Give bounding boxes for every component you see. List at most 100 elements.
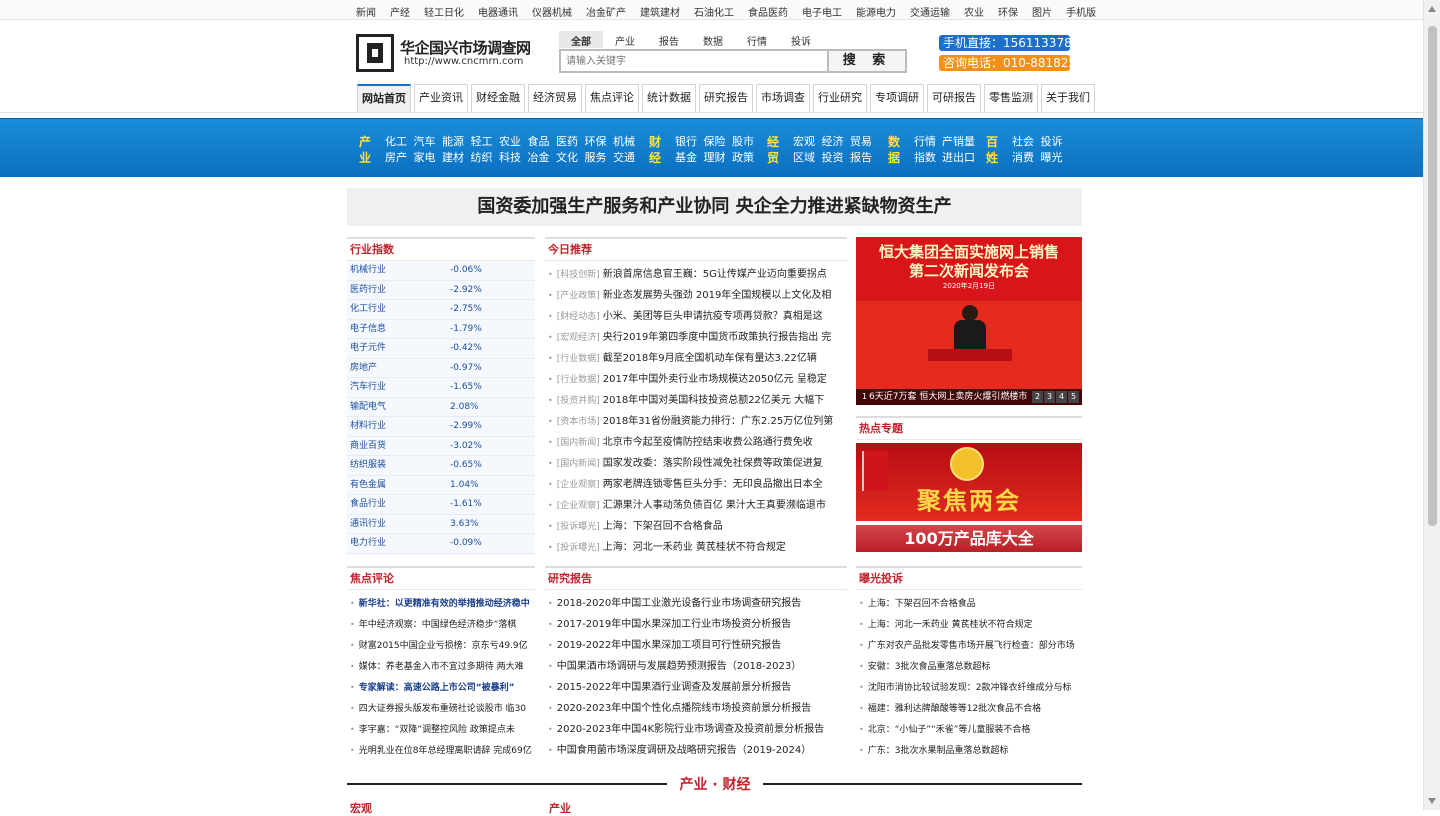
index-row[interactable]: 电子信息 -1.79% [347,320,535,339]
top-nav-item[interactable]: 新闻 [356,4,376,19]
category-link[interactable]: 房产 [384,150,408,166]
category-link[interactable]: 银行 [674,134,698,150]
top-nav-item[interactable]: 食品医药 [748,4,788,19]
top-nav-item[interactable]: 交通运输 [910,4,950,19]
scroll-up-arrow-icon[interactable] [1428,6,1436,12]
top-nav-item[interactable]: 仪器机械 [532,4,572,19]
category-link[interactable]: 冶金 [527,150,551,166]
category-link[interactable]: 服务 [584,150,608,166]
category-link[interactable]: 贸易 [849,134,873,150]
category-link[interactable]: 能源 [441,134,465,150]
list-item[interactable]: • 上海：下架召回不合格食品 [856,593,1082,614]
news-item[interactable]: • [企业观察] 汇源果汁人事动荡负债百亿 果汁大王真要濒临退市 [545,495,847,516]
index-row[interactable]: 医药行业 -2.92% [347,281,535,300]
scroll-down-arrow-icon[interactable] [1428,798,1436,804]
list-item[interactable]: • 年中经济观察：中国绿色经济稳步“落棋 [347,614,535,635]
top-nav-item[interactable]: 电子电工 [802,4,842,19]
list-item[interactable]: • 新华社：以更精准有效的举措推动经济稳中 [347,593,535,614]
list-item[interactable]: • 光明乳业在位8年总经理离职请辞 完成69亿 [347,740,535,761]
product-library-banner[interactable]: 100万产品库大全 [856,525,1082,552]
news-item[interactable]: • [行业数据] 截至2018年9月底全国机动车保有量达3.22亿辆 [545,348,847,369]
search-tab[interactable]: 产业 [603,31,647,48]
list-item[interactable]: • 中国果酒市场调研与发展趋势预测报告（2018-2023） [545,656,847,677]
category-link[interactable]: 理财 [703,150,727,166]
top-nav-item[interactable]: 农业 [964,4,984,19]
list-item[interactable]: • 安徽：3批次食品重落总数超标 [856,656,1082,677]
category-link[interactable]: 文化 [555,150,579,166]
list-item[interactable]: • 李宇嘉：“双降”调整控风险 政策提点未 [347,719,535,740]
category-link[interactable]: 科技 [498,150,522,166]
index-row[interactable]: 汽车行业 -1.65% [347,378,535,398]
list-item[interactable]: • 沈阳市消协比较试验发现：2款冲锋衣纤维成分与标 [856,677,1082,698]
banner-page-button[interactable]: 3 [1044,391,1055,403]
top-nav-item[interactable]: 产经 [390,4,410,19]
category-link[interactable]: 报告 [849,150,873,166]
category-link[interactable]: 家电 [413,150,437,166]
top-nav-item[interactable]: 图片 [1032,4,1052,19]
category-link[interactable]: 交通 [612,150,636,166]
category-link[interactable]: 消费 [1011,150,1035,166]
news-item[interactable]: • [资本市场] 2018年31省份融资能力排行：广东2.25万亿位列第 [545,411,847,432]
category-link[interactable]: 农业 [498,134,522,150]
banner-page-button[interactable]: 2 [1032,391,1043,403]
category-link[interactable]: 投诉 [1040,134,1064,150]
banner-page-button[interactable]: 1 [859,391,870,403]
category-link[interactable]: 基金 [674,150,698,166]
category-link[interactable]: 产销量 [942,134,976,150]
category-link[interactable]: 区域 [792,150,816,166]
search-tab[interactable]: 全部 [559,31,603,48]
top-nav-item[interactable]: 能源电力 [856,4,896,19]
main-nav-item[interactable]: 市场调查 [756,84,810,112]
news-item[interactable]: • [行业数据] 2017年中国外卖行业市场规模达2050亿元 呈稳定 [545,369,847,390]
list-item[interactable]: • 媒体：养老基金入市不宜过多期待 两大难 [347,656,535,677]
category-link[interactable]: 进出口 [942,150,976,166]
news-item[interactable]: • [产业政策] 新业态发展势头强劲 2019年全国规模以上文化及相 [545,285,847,306]
search-tab[interactable]: 数据 [691,31,735,48]
search-tab[interactable]: 报告 [647,31,691,48]
category-link[interactable]: 食品 [527,134,551,150]
index-row[interactable]: 商业百货 -3.02% [347,437,535,456]
category-link[interactable]: 医药 [555,134,579,150]
list-item[interactable]: • 福建：雅利达牌酿酸等等12批次食品不合格 [856,698,1082,719]
category-link[interactable]: 纺织 [470,150,494,166]
hot-topic-image[interactable]: 聚焦两会 [856,443,1082,521]
search-tab[interactable]: 行情 [735,31,779,48]
category-link[interactable]: 宏观 [792,134,816,150]
news-item[interactable]: • [投资并购] 2018年中国对美国科技投资总额22亿美元 大幅下 [545,390,847,411]
top-nav-item[interactable]: 石油化工 [694,4,734,19]
list-item[interactable]: • 广东对农产品批发零售市场开展飞行检查：部分市场 [856,635,1082,656]
scrollbar-thumb[interactable] [1428,26,1437,526]
top-nav-item[interactable]: 手机版 [1066,4,1096,19]
main-nav-item[interactable]: 专项调研 [870,84,924,112]
main-nav-item[interactable]: 网站首页 [357,84,411,112]
index-row[interactable]: 食品行业 -1.61% [347,495,535,515]
news-item[interactable]: • [企业观察] 两家老牌连锁零售巨头分手：无印良品撤出日本全 [545,474,847,495]
main-nav-item[interactable]: 零售监测 [984,84,1038,112]
main-nav-item[interactable]: 行业研究 [813,84,867,112]
search-button[interactable]: 搜 索 [829,49,907,73]
category-link[interactable]: 社会 [1011,134,1035,150]
main-nav-item[interactable]: 可研报告 [927,84,981,112]
banner-page-button[interactable]: 5 [1068,391,1079,403]
category-link[interactable]: 轻工 [470,134,494,150]
index-row[interactable]: 机械行业 -0.06% [347,261,535,281]
index-row[interactable]: 输配电气 2.08% [347,398,535,417]
site-logo[interactable]: 华企国兴市场调查网 http://www.cncmrn.com [356,34,556,74]
index-row[interactable]: 纺织服装 -0.65% [347,456,535,476]
top-nav-item[interactable]: 轻工日化 [424,4,464,19]
main-nav-item[interactable]: 财经金融 [471,84,525,112]
category-link[interactable]: 经济 [821,134,845,150]
list-item[interactable]: • 2020-2023年中国个性化点播院线市场投资前景分析报告 [545,698,847,719]
index-row[interactable]: 材料行业 -2.99% [347,417,535,437]
list-item[interactable]: • 中国食用菌市场深度调研及战略研究报告（2019-2024） [545,740,847,761]
main-nav-item[interactable]: 统计数据 [642,84,696,112]
category-link[interactable]: 化工 [384,134,408,150]
news-item[interactable]: • [宏观经济] 央行2019年第四季度中国货币政策执行报告指出 完 [545,327,847,348]
list-item[interactable]: • 广东：3批次水果制品重落总数超标 [856,740,1082,761]
category-link[interactable]: 汽车 [413,134,437,150]
category-link[interactable]: 政策 [731,150,755,166]
category-link[interactable]: 机械 [612,134,636,150]
search-input[interactable] [559,49,829,73]
list-item[interactable]: • 2015-2022年中国果酒行业调查及发展前景分析报告 [545,677,847,698]
promo-banner[interactable]: 恒大集团全面实施网上销售 第二次新闻发布会 2020年2月19日 6天近7万套 … [856,237,1082,405]
